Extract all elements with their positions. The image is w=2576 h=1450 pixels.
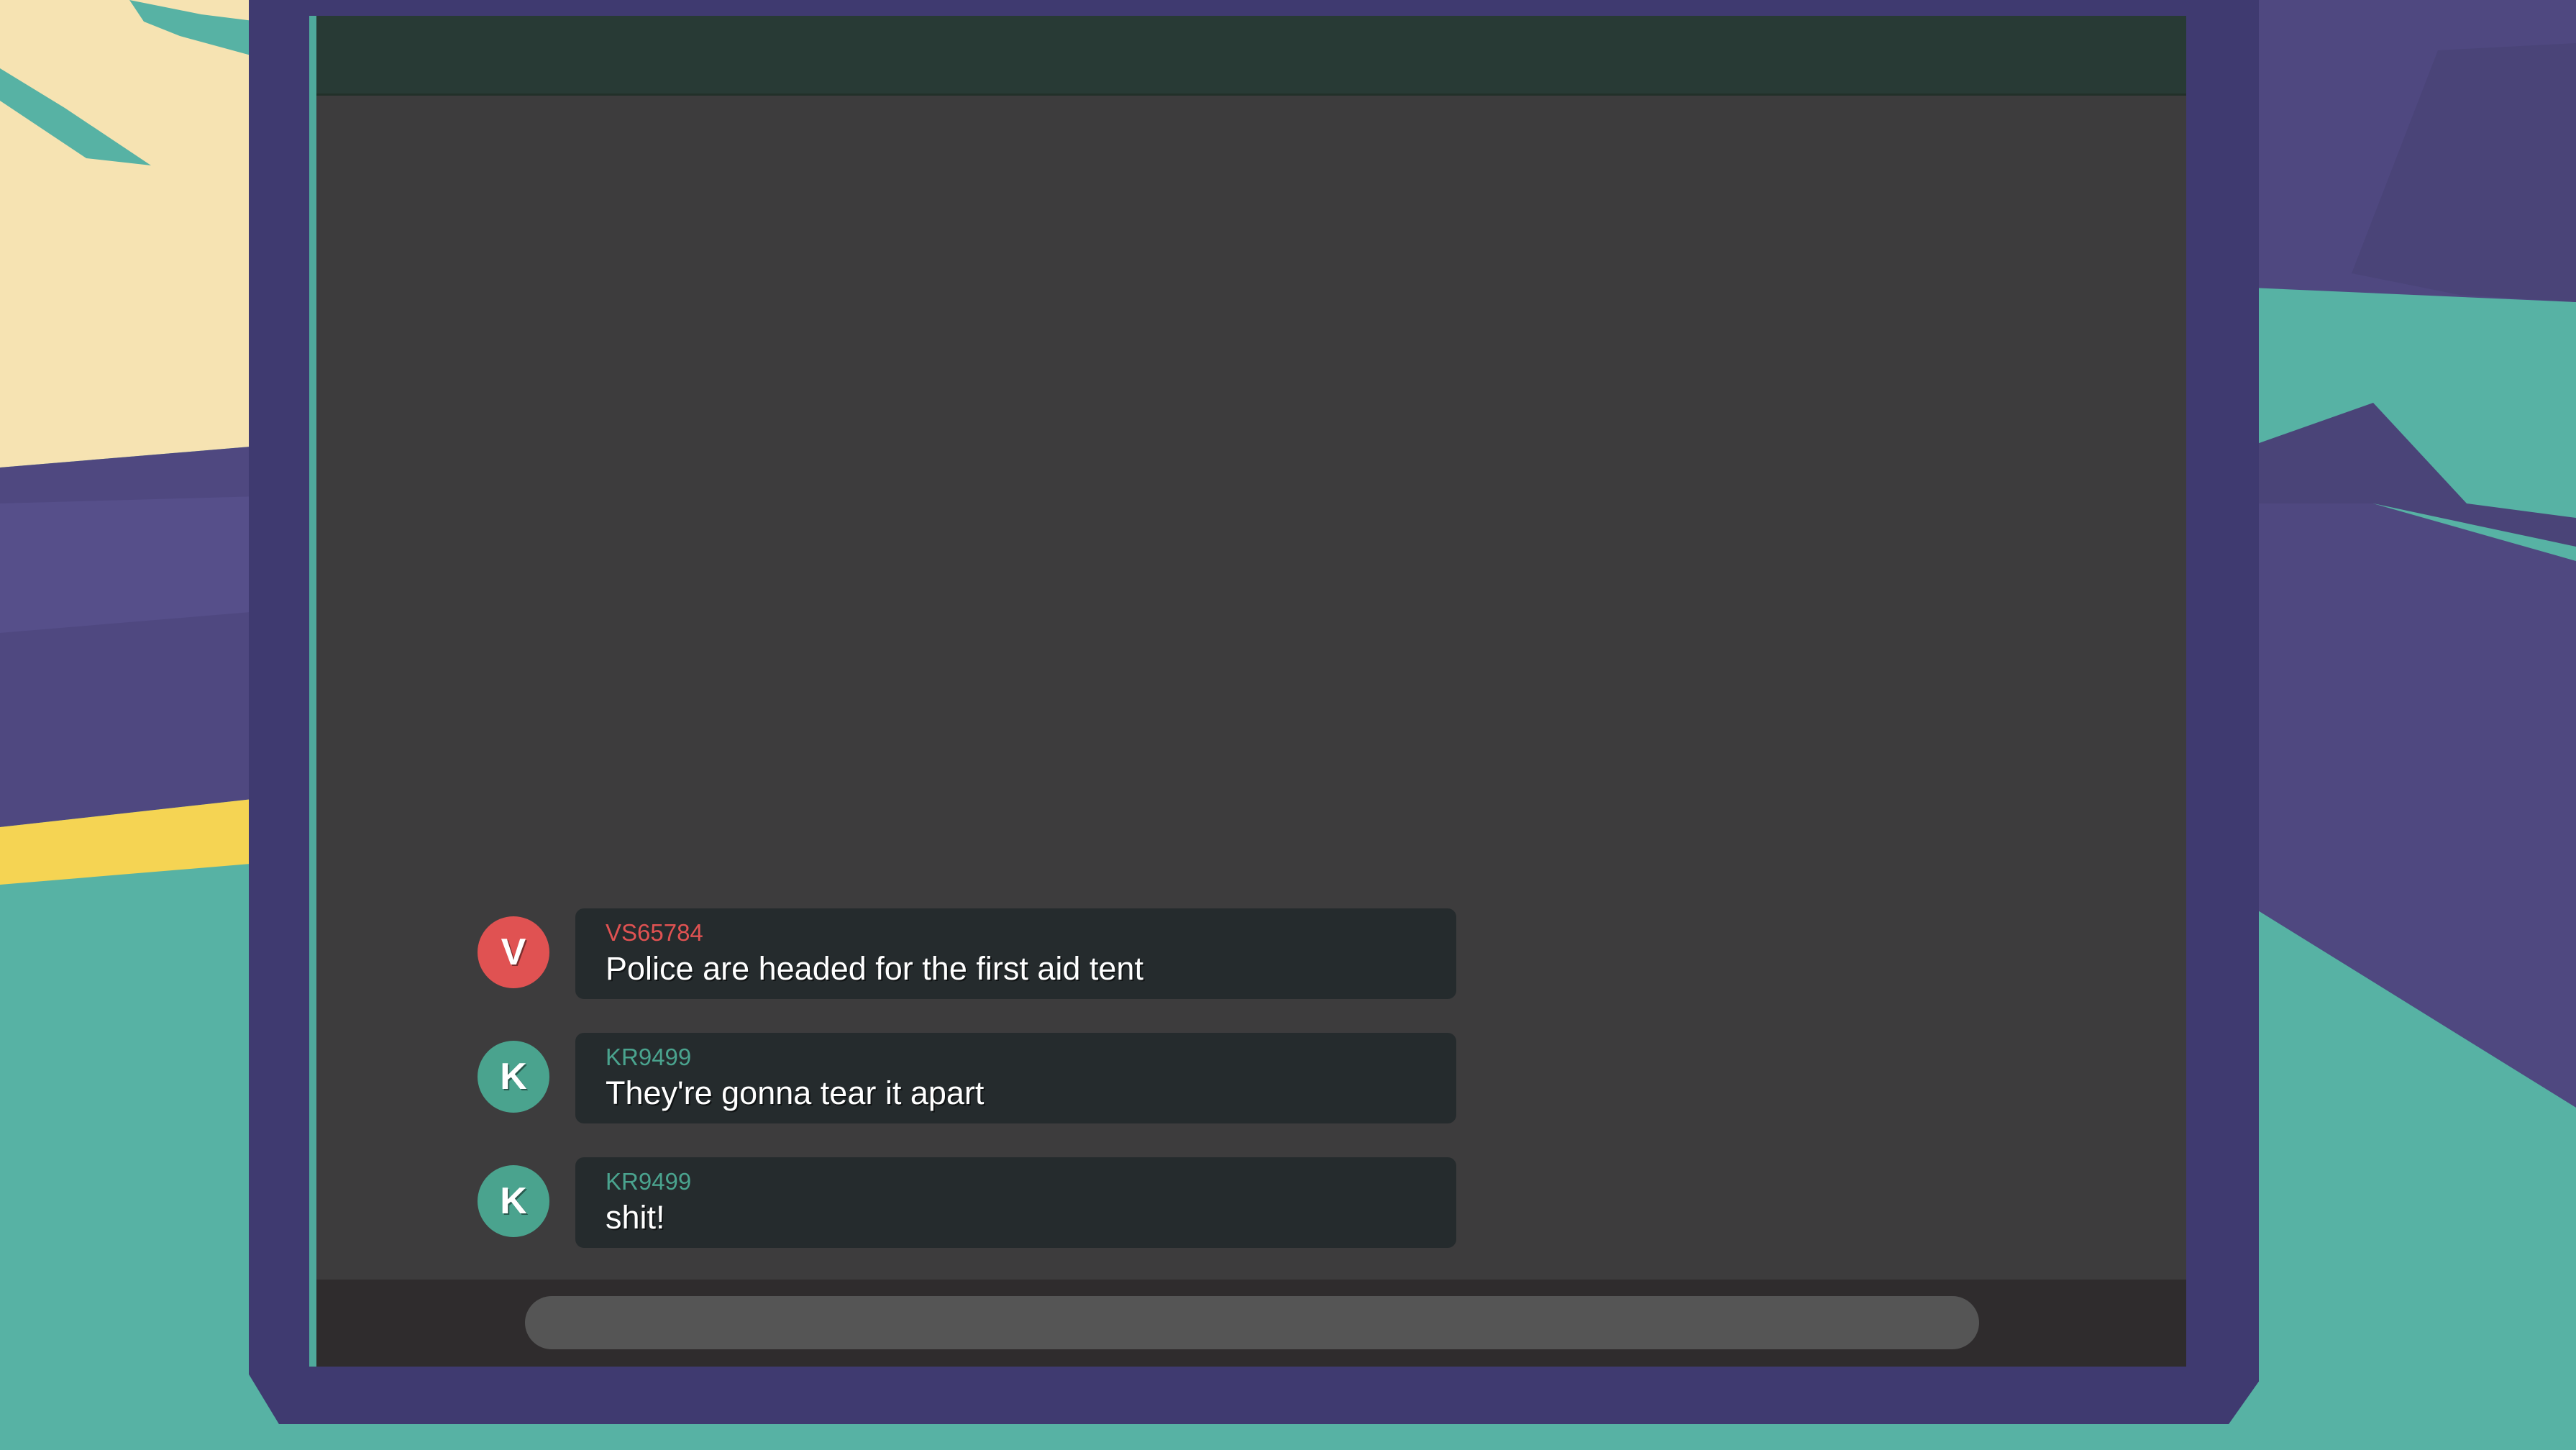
- message-bubble: KR9499 shit!: [575, 1157, 1456, 1248]
- chat-input[interactable]: [525, 1296, 1979, 1349]
- avatar: K: [478, 1165, 549, 1237]
- message-text: Police are headed for the first aid tent: [606, 950, 1143, 987]
- message-username: KR9499: [606, 1168, 692, 1195]
- game-scene: V VS65784 Police are headed for the firs…: [0, 0, 2576, 1450]
- chat-header: [316, 16, 2186, 96]
- avatar: V: [478, 916, 549, 988]
- chat-screen: V VS65784 Police are headed for the firs…: [316, 16, 2186, 1367]
- message-username: KR9499: [606, 1044, 692, 1070]
- chat-message: V VS65784 Police are headed for the firs…: [467, 906, 1474, 999]
- message-username: VS65784: [606, 919, 703, 946]
- chat-input-bar: [316, 1280, 2186, 1367]
- message-bubble: VS65784 Police are headed for the first …: [575, 908, 1456, 999]
- chat-message: K KR9499 shit!: [467, 1155, 1474, 1248]
- message-bubble: KR9499 They're gonna tear it apart: [575, 1033, 1456, 1123]
- message-text: They're gonna tear it apart: [606, 1075, 985, 1111]
- message-list: V VS65784 Police are headed for the firs…: [467, 906, 1474, 1280]
- chat-message: K KR9499 They're gonna tear it apart: [467, 1031, 1474, 1123]
- sky-left: [0, 0, 259, 468]
- avatar: K: [478, 1041, 549, 1113]
- message-text: shit!: [606, 1199, 665, 1236]
- wall-band-left: [0, 496, 259, 633]
